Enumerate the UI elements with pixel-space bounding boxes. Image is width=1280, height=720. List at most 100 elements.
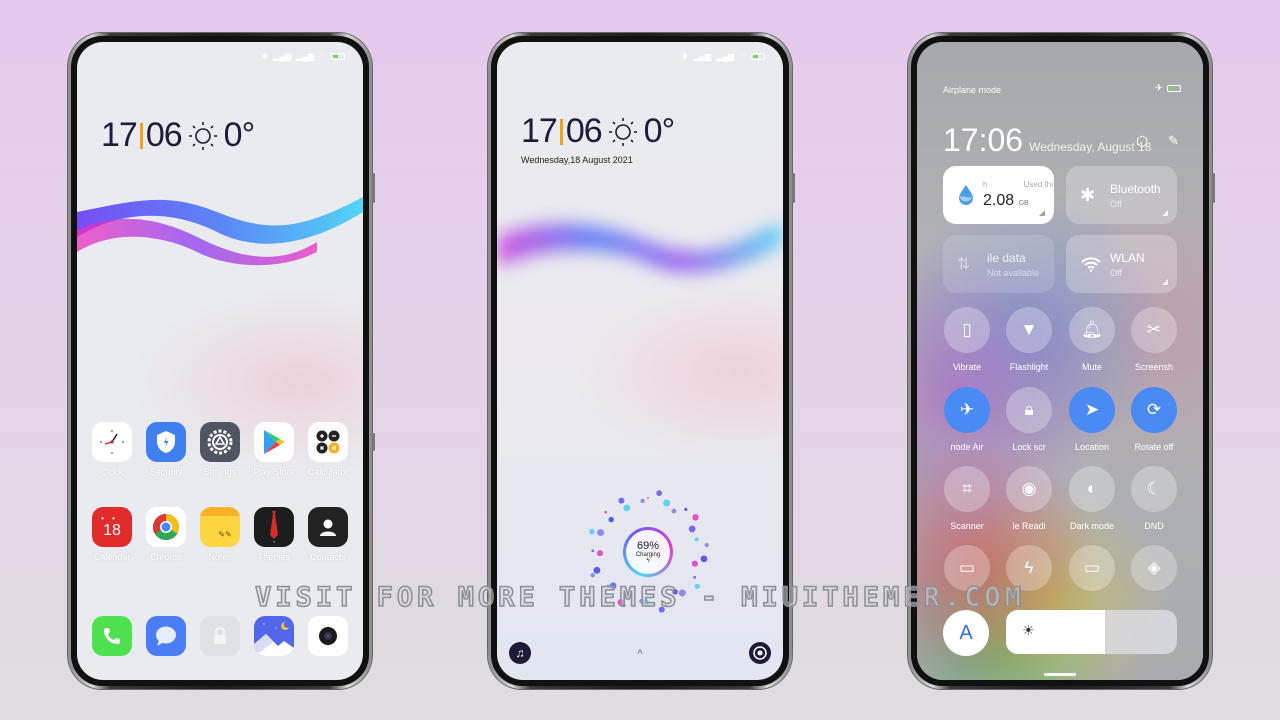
charging-particle [700,555,708,563]
bluetooth-title: Bluetooth [1110,181,1161,196]
charging-particle [608,516,614,523]
status-bar: ✱ ▂▄▆ ▂▄▆ ◠ [681,52,765,61]
expand-corner-icon [1039,210,1045,216]
auto-brightness-label: A [959,621,973,644]
charging-particle [589,528,595,535]
eye-icon: ◉ [1006,466,1052,512]
rotate-lock-icon: ⟳ [1131,387,1177,433]
toggle-moon[interactable]: ☾ DND [1130,466,1178,531]
settings-button[interactable]: ⬡ [1136,133,1148,150]
toggle-label: le Readi [1012,521,1046,531]
app-contacts[interactable]: Contacts [303,507,353,562]
toggle-scanner[interactable]: ⌗ Scanner [943,466,991,531]
app-settings[interactable]: Settings [195,422,245,477]
app-calendar[interactable]: •• 18 Calendar [87,507,137,562]
toggle-flashlight[interactable]: ▼ Flashlight [1005,307,1053,372]
battery-percent: 69% [636,540,660,552]
location-icon: ➤ [1069,387,1115,433]
bluetooth-tile[interactable]: ✱ Bluetooth Off [1066,166,1177,224]
bluetooth-icon: ✱ [681,52,689,61]
app-label: Calendar [93,552,131,562]
charging-particle [663,499,671,507]
phone-icon [92,616,132,656]
charging-particle [639,598,644,604]
data-tile-label-right: Used thi [1023,180,1053,189]
app-chrome[interactable]: Chrome [141,507,191,562]
toggle-lightning[interactable]: ϟ [1005,545,1053,591]
battery-icon [331,53,345,60]
app-calculator[interactable]: Calculator [303,422,353,477]
toggle-battery-saver[interactable]: ▭ [943,545,991,591]
charging-particle [593,566,601,574]
blurred-wave-wallpaper [497,222,783,272]
app-label: Clock [100,467,124,477]
signal-icon: ▂▄▆ [693,52,712,61]
sun-icon [608,117,638,147]
toggle-lock[interactable]: 🔒︎ Lock scr [1005,387,1053,452]
app-themes[interactable]: Themes [249,507,299,562]
toggle-airplane[interactable]: ✈ node Air [943,387,991,452]
flashlight-icon: ▼ [1006,307,1052,353]
camera-shortcut-button[interactable] [749,642,771,664]
wifi-icon: ◠ [739,52,746,61]
charging-particle [704,542,709,548]
charging-indicator: 69% Charging ϟ [583,487,713,617]
clock-widget: 17 06 0° [521,112,675,151]
status-icons: ✈ [1155,83,1181,94]
app-notes[interactable]: ✎✎ Notes [195,507,245,562]
clock-icon [92,422,132,462]
edit-button[interactable]: ✎ [1168,133,1179,149]
toggle-dark-mode[interactable]: ◐ Dark mode [1068,466,1116,531]
swipe-up-indicator[interactable]: ^ [497,648,783,660]
data-usage-tile[interactable]: h Used thi 2.08 GB [943,166,1054,224]
dock-gallery[interactable] [249,616,299,656]
charging-particle [591,549,595,553]
charging-particle [691,560,698,567]
dock-camera[interactable] [303,616,353,656]
app-label: Themes [257,552,291,562]
clock-separator [139,122,143,149]
toggle-label: Vibrate [952,362,982,372]
toggle-vibrate[interactable]: ▯ Vibrate [943,307,991,372]
airplane-icon: ✈ [944,387,990,433]
dock-phone[interactable] [87,616,137,656]
charging-ring: 69% Charging ϟ [623,527,673,577]
toggle-cast[interactable]: ▭ [1068,545,1116,591]
app-clock[interactable]: Clock [87,422,137,477]
lightning-icon: ϟ [1006,545,1052,591]
message-icon [146,616,186,656]
mobile-data-title: ile data [987,250,1026,265]
toggle-bell[interactable]: 🔔︎ Mute [1068,307,1116,372]
phone-home-screen: ✱ ▂▄▆ ▂▄▆ ◠ 17 06 0° Clock Security Sett… [68,33,375,689]
brightness-slider[interactable]: ☀ [1006,610,1177,654]
app-security[interactable]: Security [141,422,191,477]
mobile-data-tile[interactable]: ⇅ ile data Not available [943,235,1054,293]
charging-particle [604,510,608,514]
wifi-icon [1081,257,1101,272]
dock-messages[interactable] [141,616,191,656]
signal-icon: ▂▄▆ [273,52,292,61]
chrome-icon [146,507,186,547]
toggle-mi-share[interactable]: ◈ [1130,545,1178,591]
camera-icon [753,646,767,660]
home-indicator[interactable] [1044,673,1076,676]
play-store-icon [254,422,294,462]
charging-particle [694,537,699,542]
toggle-label: Location [1074,442,1110,452]
toggle-location[interactable]: ➤ Location [1068,387,1116,452]
clock-widget[interactable]: 17 06 0° [101,116,255,155]
auto-brightness-button[interactable]: A [943,610,989,656]
toggle-eye[interactable]: ◉ le Readi [1005,466,1053,531]
volume-button [1212,173,1215,203]
app-label: Chrome [149,552,182,562]
app-play-store[interactable]: Play Store [249,422,299,477]
toggle-screenshot[interactable]: ✂ Screensh [1130,307,1178,372]
cc-date: Wednesday, August 18 [1029,140,1152,154]
dock-app-lock[interactable] [195,616,245,656]
wlan-title: WLAN [1110,250,1145,265]
toggle-rotate-lock[interactable]: ⟳ Rotate off [1130,387,1178,452]
mi-share-icon: ◈ [1131,545,1177,591]
data-used-value: 2.08 [983,192,1015,209]
bluetooth-status: Off [1110,198,1122,209]
wlan-tile[interactable]: WLAN Off [1066,235,1177,293]
